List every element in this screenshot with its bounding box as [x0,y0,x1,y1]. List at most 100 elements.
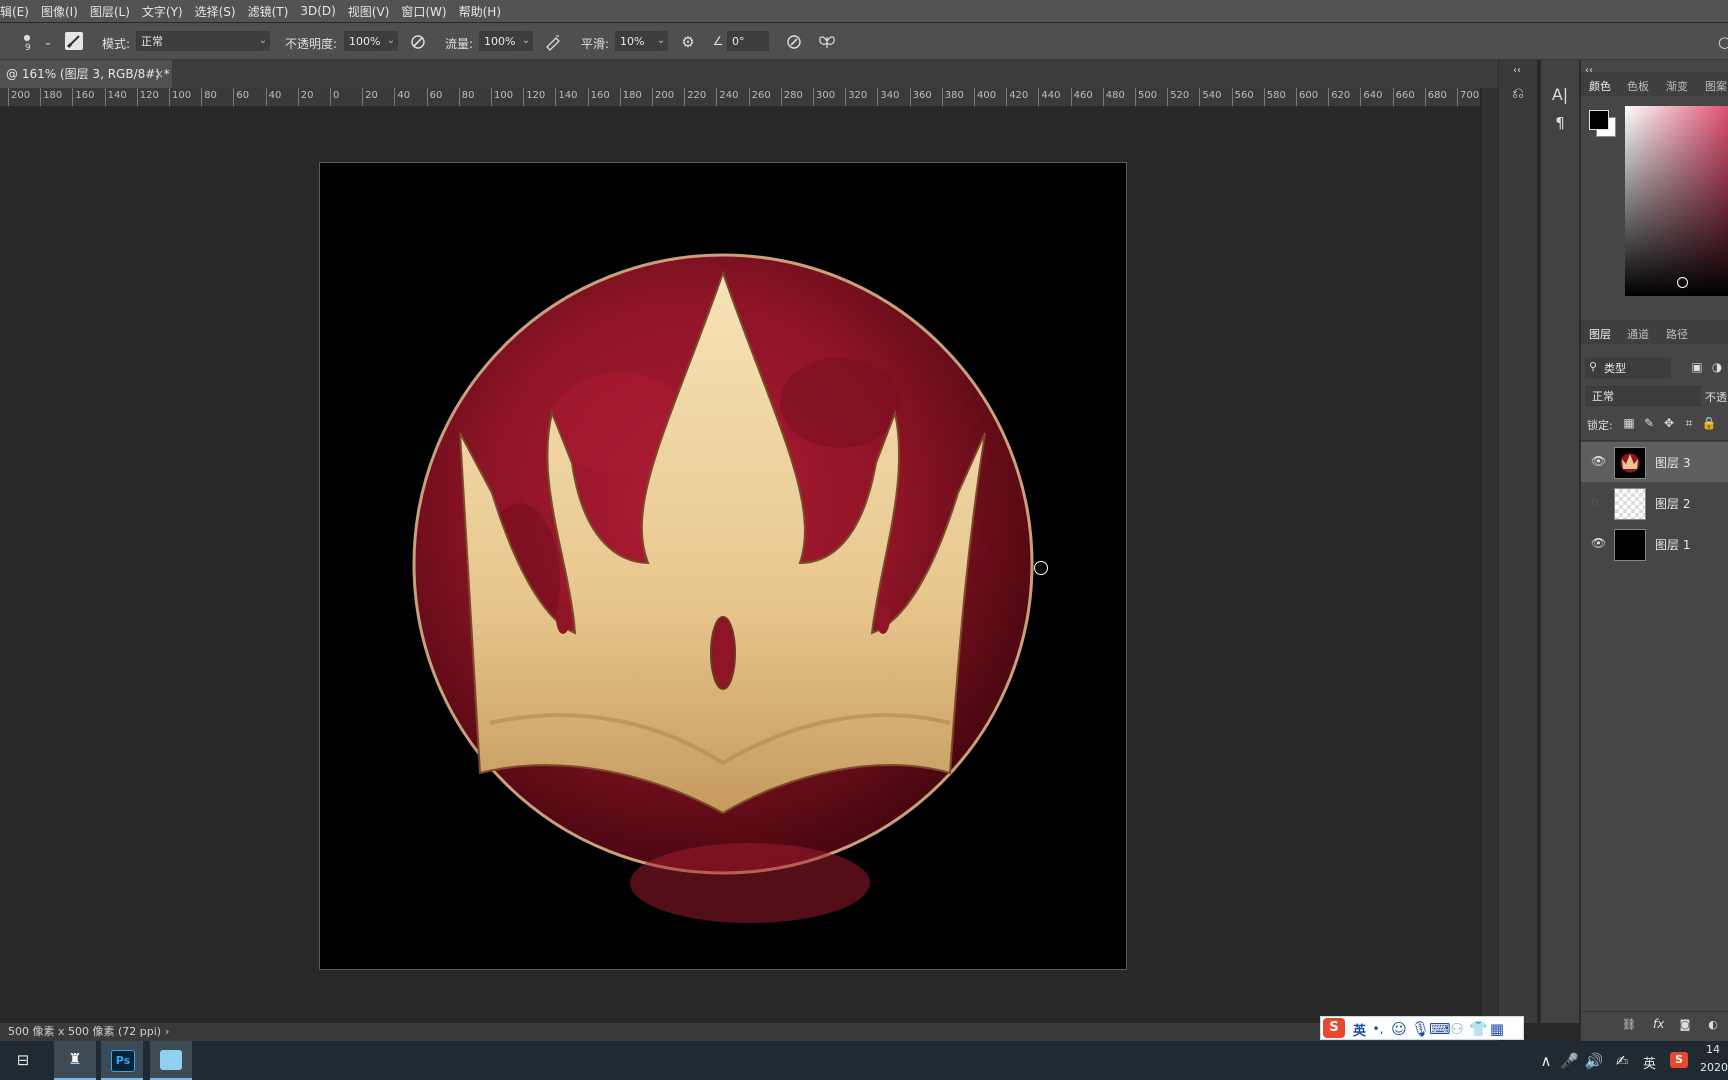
vertical-scrollbar[interactable] [1482,88,1498,1023]
ime-emoji-icon[interactable]: ☺ [1391,1020,1407,1038]
flow-chevron-icon[interactable]: ⌄ [519,31,533,51]
layer-name[interactable]: 图层 2 [1655,495,1690,512]
document-tab[interactable]: @ 161% (图层 3, RGB/8#) * × [0,60,172,88]
paragraph-panel-icon[interactable]: ¶ [1550,114,1570,132]
ruler-label: 620 [1331,90,1351,101]
foreground-color-swatch[interactable] [1589,110,1609,130]
menu-layer[interactable]: 图层(L) [90,3,136,20]
status-arrow-icon[interactable]: › [165,1023,169,1041]
visibility-eye-icon[interactable]: 👁 [1591,454,1606,468]
ruler-label: 600 [1299,90,1319,101]
menu-3d[interactable]: 3D(D) [300,4,341,18]
menu-select[interactable]: 选择(S) [195,3,242,20]
menu-window[interactable]: 窗口(W) [401,3,452,20]
status-bar: 500 像素 x 500 像素 (72 ppi) › [0,1023,1498,1041]
tab-swatches[interactable]: 色板 [1627,78,1649,94]
menu-edit[interactable]: 辑(E) [0,3,35,20]
tab-paths[interactable]: 路径 [1666,326,1688,342]
tab-color[interactable]: 颜色 [1589,78,1611,94]
symmetry-butterfly-icon[interactable] [816,33,838,55]
ime-skin-icon[interactable]: 👕 [1469,1020,1488,1038]
color-picker-field[interactable] [1625,106,1728,296]
mode-chevron-icon[interactable]: ⌄ [256,31,270,51]
angle-field[interactable]: 0° [727,31,769,51]
flow-field[interactable]: 100% [479,31,519,51]
character-panel-icon[interactable]: A| [1550,86,1570,104]
pressure-opacity-icon[interactable] [408,33,428,55]
sogou-logo-icon[interactable]: S [1323,1018,1345,1038]
horizontal-ruler[interactable]: 200 180 160 140 120 100 80 60 40 20 0 20 40 60 80 100 12… [0,88,1480,107]
pressure-size-icon[interactable] [784,33,804,55]
tab-channels[interactable]: 通道 [1627,326,1649,342]
ruler-label: 540 [1202,90,1222,101]
menu-help[interactable]: 帮助(H) [459,3,507,20]
blend-mode-select[interactable]: 正常 [1585,386,1701,406]
ime-user-icon[interactable]: ⚇ [1449,1020,1465,1038]
document-tab-close-icon[interactable]: × [154,60,164,88]
canvas-area[interactable] [0,107,1482,1023]
smoothing-settings-gear-icon[interactable]: ⚙ [678,33,698,51]
menu-type[interactable]: 文字(Y) [142,3,189,20]
visibility-hidden-icon[interactable]: ▫ [1591,495,1599,509]
layer-row-1[interactable]: 👁 图层 1 [1581,524,1728,564]
ruler-label: 120 [139,90,159,101]
ime-punctuation-icon[interactable]: •, [1371,1020,1385,1038]
clock-date[interactable]: 2020 [1700,1061,1728,1074]
lock-all-icon[interactable]: 🔒 [1701,414,1717,432]
lock-artboard-icon[interactable]: ⌗ [1681,414,1697,432]
ime-language[interactable]: 英 [1353,1020,1366,1039]
tray-sogou-icon[interactable]: S [1670,1052,1688,1068]
tab-gradients[interactable]: 渐变 [1666,78,1688,94]
ime-toolbox-icon[interactable]: ▦ [1489,1020,1505,1038]
brush-panel-toggle-icon[interactable] [65,32,83,50]
taskbar-photoshop[interactable]: Ps [101,1041,143,1080]
filter-adjustment-icon[interactable]: ◑ [1709,358,1725,376]
layer-row-3[interactable]: 👁 图层 3 [1581,442,1728,482]
airbrush-icon[interactable] [543,33,563,55]
lock-move-icon[interactable]: ✥ [1661,414,1677,432]
tray-volume-icon[interactable]: 🔊 [1584,1052,1604,1070]
layer-name[interactable]: 图层 1 [1655,536,1690,553]
filter-pixel-icon[interactable]: ▣ [1689,358,1705,376]
menu-view[interactable]: 视图(V) [348,3,396,20]
opacity-chevron-icon[interactable]: ⌄ [384,31,398,51]
visibility-eye-icon[interactable]: 👁 [1591,536,1606,550]
opacity-short-label: 不透 [1705,391,1727,404]
ime-keyboard-icon[interactable]: ⌨ [1429,1020,1451,1038]
lock-transparency-icon[interactable]: ▦ [1621,414,1637,432]
layer-style-fx-icon[interactable]: fx [1653,1017,1664,1031]
lock-brush-icon[interactable]: ✎ [1641,414,1657,432]
collapse-dock-icon[interactable]: ‹‹ [1507,62,1527,80]
ruler-label: 520 [1170,90,1190,101]
layer-row-2[interactable]: ▫ 图层 2 [1581,483,1728,523]
brush-preset-chevron-icon[interactable]: ⌄ [42,34,54,52]
tab-layers[interactable]: 图层 [1589,326,1611,342]
smoothing-chevron-icon[interactable]: ⌄ [654,31,668,51]
link-layers-icon[interactable]: ⛓ [1621,1016,1637,1034]
add-mask-icon[interactable]: ◙ [1677,1016,1693,1034]
color-picker-cursor-icon[interactable] [1677,277,1688,288]
task-view-icon[interactable]: ⊟ [12,1051,34,1069]
tray-pen-icon[interactable]: ✍ [1612,1052,1632,1070]
ruler-label: 420 [1009,90,1029,101]
taskbar-app-brush[interactable]: ♜ [54,1041,96,1080]
adjustment-layer-icon[interactable]: ◐ [1705,1016,1721,1034]
document-size: 500 像素 x 500 像素 (72 ppi) [8,1025,162,1038]
menu-filter[interactable]: 滤镜(T) [248,3,295,20]
clock-time[interactable]: 14 [1706,1043,1720,1056]
mode-select[interactable]: 正常 [136,31,270,51]
tray-chevron-up-icon[interactable]: ∧ [1538,1052,1554,1070]
taskbar-app-image[interactable] [150,1041,192,1080]
menu-image[interactable]: 图像(I) [41,3,84,20]
opacity-field[interactable]: 100% [344,31,384,51]
document-canvas[interactable] [319,162,1127,970]
search-icon[interactable]: ○ [1718,33,1728,51]
tab-patterns[interactable]: 图案 [1705,78,1727,94]
layer-name[interactable]: 图层 3 [1655,454,1690,471]
tray-language[interactable]: 英 [1643,1053,1656,1072]
tray-microphone-icon[interactable]: 🎤 [1560,1052,1579,1070]
smoothing-field[interactable]: 10% [615,31,655,51]
ime-voice-icon[interactable]: 🎙 [1411,1020,1430,1038]
history-panel-icon[interactable]: ⎌ [1508,84,1528,102]
ruler-label: 480 [1105,90,1125,101]
